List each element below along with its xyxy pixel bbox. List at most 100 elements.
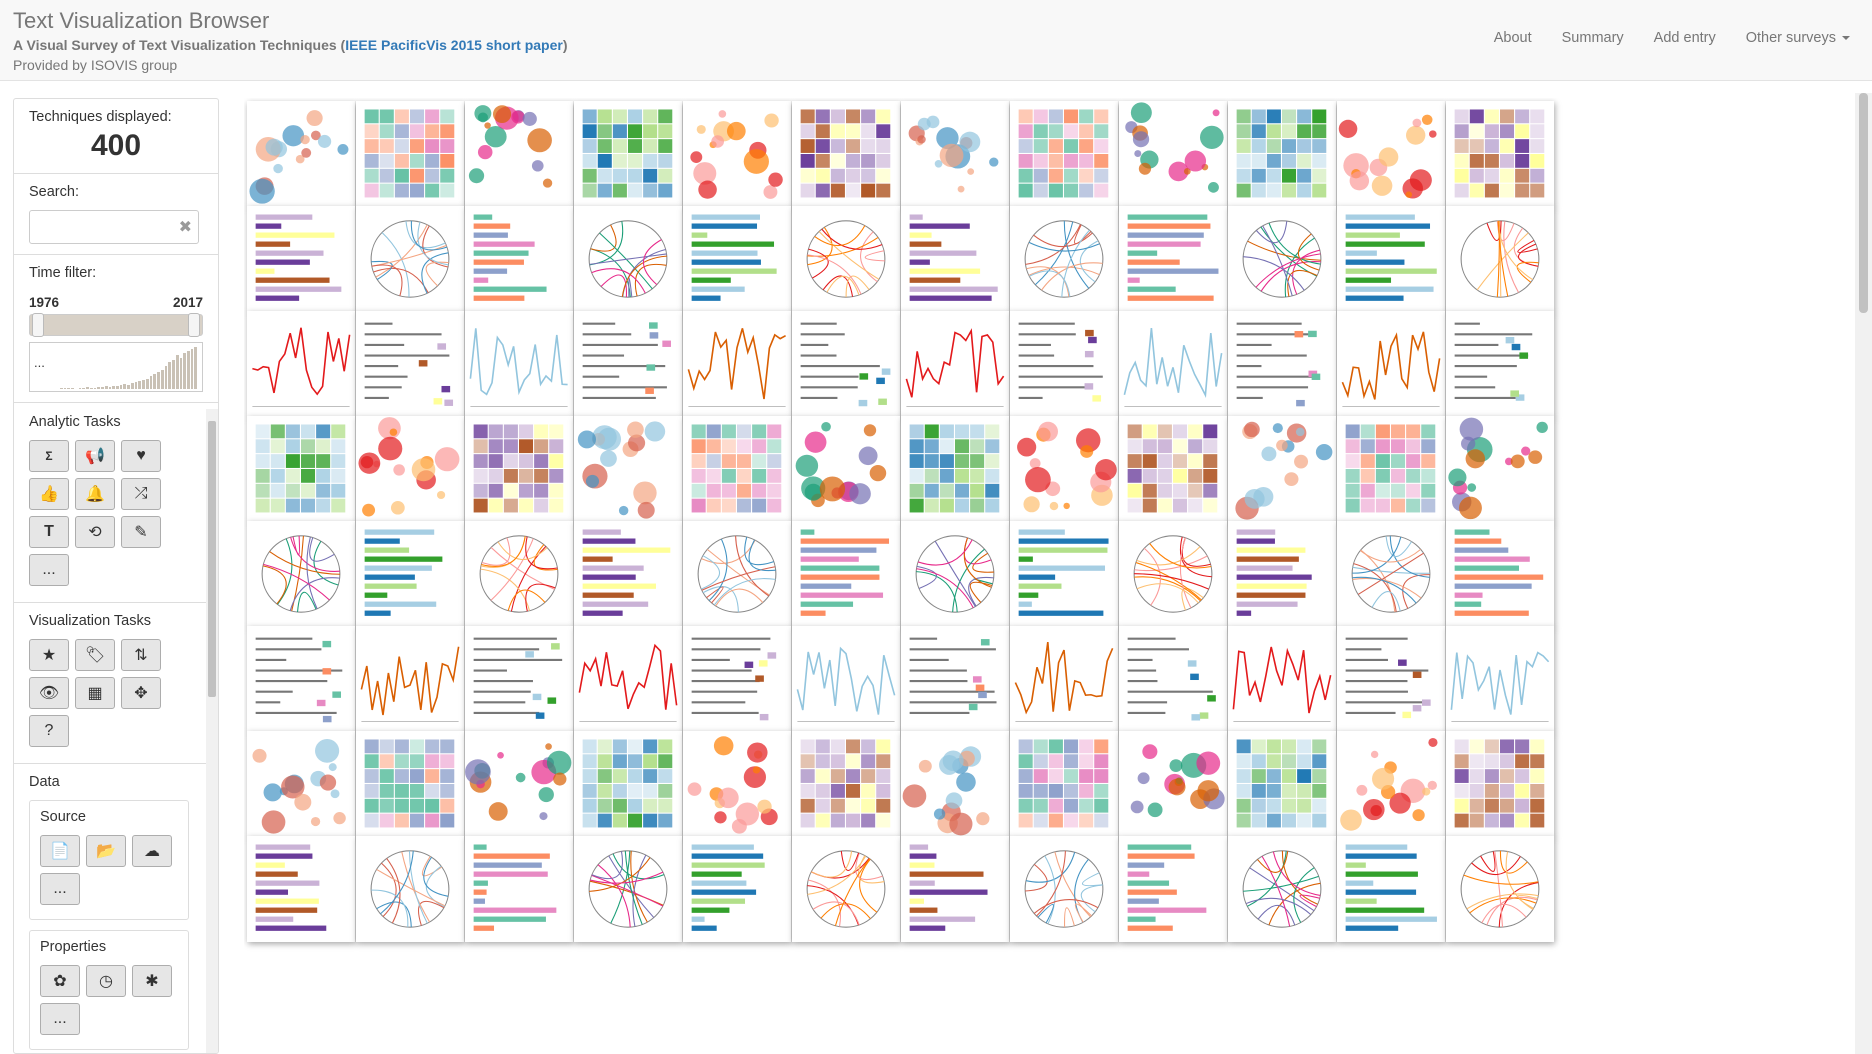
- technique-thumbnail[interactable]: [574, 626, 682, 732]
- technique-thumbnail[interactable]: [356, 731, 464, 837]
- nav-about[interactable]: About: [1494, 30, 1532, 46]
- technique-thumbnail[interactable]: [356, 311, 464, 417]
- technique-thumbnail[interactable]: [465, 101, 573, 207]
- technique-thumbnail[interactable]: [792, 626, 900, 732]
- technique-thumbnail[interactable]: [247, 416, 355, 522]
- technique-thumbnail[interactable]: [465, 311, 573, 417]
- technique-thumbnail[interactable]: [574, 731, 682, 837]
- more-analytic-button[interactable]: ...: [29, 554, 69, 586]
- technique-thumbnail[interactable]: [1119, 521, 1227, 627]
- search-input[interactable]: ✖: [29, 210, 199, 244]
- technique-thumbnail[interactable]: [1119, 101, 1227, 207]
- thumbs-up-icon[interactable]: 👍: [29, 478, 69, 510]
- technique-thumbnail[interactable]: [465, 206, 573, 312]
- technique-thumbnail[interactable]: [1228, 206, 1336, 312]
- technique-thumbnail[interactable]: [1337, 101, 1445, 207]
- sort-icon[interactable]: ⇅: [121, 639, 161, 671]
- technique-thumbnail[interactable]: [1446, 731, 1554, 837]
- technique-thumbnail[interactable]: [574, 521, 682, 627]
- technique-thumbnail[interactable]: [465, 731, 573, 837]
- technique-thumbnail[interactable]: [901, 311, 1009, 417]
- slider-handle-end[interactable]: [188, 313, 200, 337]
- technique-thumbnail[interactable]: [356, 206, 464, 312]
- year-histogram[interactable]: ...: [29, 342, 203, 392]
- technique-thumbnail[interactable]: [465, 836, 573, 942]
- technique-thumbnail[interactable]: [247, 836, 355, 942]
- technique-thumbnail[interactable]: [683, 416, 791, 522]
- megaphone-icon[interactable]: 📢: [75, 440, 115, 472]
- slider-handle-start[interactable]: [32, 313, 44, 337]
- technique-thumbnail[interactable]: [1446, 206, 1554, 312]
- bell-icon[interactable]: 🔔: [75, 478, 115, 510]
- paper-link[interactable]: IEEE PacificVis 2015 short paper: [345, 37, 563, 53]
- technique-thumbnail[interactable]: [1337, 836, 1445, 942]
- heart-icon[interactable]: ♥: [121, 440, 161, 472]
- technique-thumbnail[interactable]: [1337, 521, 1445, 627]
- nav-summary[interactable]: Summary: [1562, 30, 1624, 46]
- technique-thumbnail[interactable]: [792, 416, 900, 522]
- technique-thumbnail[interactable]: [1010, 836, 1118, 942]
- technique-thumbnail[interactable]: [901, 836, 1009, 942]
- repeat-icon[interactable]: ⟲: [75, 516, 115, 548]
- technique-thumbnail[interactable]: [574, 311, 682, 417]
- page-scrollbar[interactable]: [1855, 93, 1872, 1054]
- technique-thumbnail[interactable]: [1228, 311, 1336, 417]
- tags-icon[interactable]: 🏷: [75, 639, 115, 671]
- app-title[interactable]: Text Visualization Browser: [13, 8, 269, 34]
- technique-thumbnail[interactable]: [247, 101, 355, 207]
- shuffle-icon[interactable]: ⤮: [121, 478, 161, 510]
- network-icon[interactable]: ✱: [132, 965, 172, 997]
- technique-thumbnail[interactable]: [792, 731, 900, 837]
- technique-thumbnail[interactable]: [683, 101, 791, 207]
- technique-thumbnail[interactable]: [1228, 836, 1336, 942]
- technique-thumbnail[interactable]: [1337, 206, 1445, 312]
- technique-thumbnail[interactable]: [1010, 416, 1118, 522]
- technique-thumbnail[interactable]: [465, 626, 573, 732]
- technique-thumbnail[interactable]: [1446, 521, 1554, 627]
- sidebar-scrollbar[interactable]: [206, 409, 218, 1053]
- more-source-button[interactable]: ...: [40, 873, 80, 905]
- technique-thumbnail[interactable]: [683, 626, 791, 732]
- technique-thumbnail[interactable]: [1119, 206, 1227, 312]
- technique-thumbnail[interactable]: [1228, 626, 1336, 732]
- technique-thumbnail[interactable]: [901, 626, 1009, 732]
- technique-thumbnail[interactable]: [1446, 101, 1554, 207]
- technique-thumbnail[interactable]: [356, 626, 464, 732]
- technique-thumbnail[interactable]: [683, 311, 791, 417]
- clear-search-icon[interactable]: ✖: [179, 217, 192, 237]
- technique-thumbnail[interactable]: [465, 521, 573, 627]
- star-icon[interactable]: ★: [29, 639, 69, 671]
- more-properties-button[interactable]: ...: [40, 1003, 80, 1035]
- technique-thumbnail[interactable]: [1446, 416, 1554, 522]
- technique-thumbnail[interactable]: [792, 521, 900, 627]
- technique-thumbnail[interactable]: [683, 521, 791, 627]
- folder-icon[interactable]: 📂: [86, 835, 126, 867]
- text-icon[interactable]: T: [29, 516, 69, 548]
- technique-thumbnail[interactable]: [1446, 836, 1554, 942]
- technique-thumbnail[interactable]: [247, 311, 355, 417]
- technique-thumbnail[interactable]: [901, 521, 1009, 627]
- technique-thumbnail[interactable]: [1119, 836, 1227, 942]
- technique-thumbnail[interactable]: [1119, 311, 1227, 417]
- nav-other-surveys[interactable]: Other surveys: [1746, 30, 1850, 46]
- technique-thumbnail[interactable]: [683, 731, 791, 837]
- technique-thumbnail[interactable]: [1337, 416, 1445, 522]
- technique-thumbnail[interactable]: [792, 836, 900, 942]
- move-icon[interactable]: ✥: [121, 677, 161, 709]
- page-scroll-thumb[interactable]: [1859, 93, 1868, 313]
- technique-thumbnail[interactable]: [1228, 416, 1336, 522]
- technique-thumbnail[interactable]: [1010, 206, 1118, 312]
- technique-thumbnail[interactable]: [574, 206, 682, 312]
- technique-thumbnail[interactable]: [574, 101, 682, 207]
- cloud-download-icon[interactable]: ☁: [132, 835, 172, 867]
- technique-thumbnail[interactable]: [247, 521, 355, 627]
- technique-thumbnail[interactable]: [1010, 731, 1118, 837]
- technique-thumbnail[interactable]: [901, 416, 1009, 522]
- question-icon[interactable]: ?: [29, 715, 69, 747]
- chart-icon[interactable]: ▦: [75, 677, 115, 709]
- technique-thumbnail[interactable]: [247, 626, 355, 732]
- technique-thumbnail[interactable]: [247, 731, 355, 837]
- technique-thumbnail[interactable]: [1010, 311, 1118, 417]
- technique-thumbnail[interactable]: [1010, 626, 1118, 732]
- technique-thumbnail[interactable]: [792, 206, 900, 312]
